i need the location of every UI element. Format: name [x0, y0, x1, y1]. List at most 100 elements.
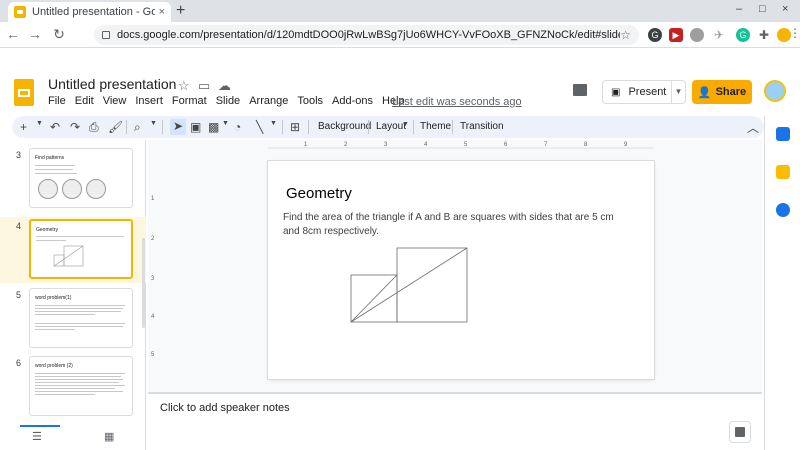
background-button[interactable]: Background — [318, 121, 371, 132]
thumb-text-line — [35, 388, 115, 389]
calendar-icon[interactable] — [776, 127, 790, 141]
slides-logo-icon[interactable] — [14, 79, 34, 106]
slide-title[interactable]: Geometry — [286, 185, 352, 202]
slide-thumbnail-4[interactable]: Geometry — [29, 219, 133, 279]
image-dropdown-icon[interactable]: ▼ — [222, 120, 229, 127]
thumb-circle — [62, 179, 82, 199]
print-icon[interactable]: ⎙ — [89, 120, 99, 135]
toolbar-separator — [368, 120, 369, 134]
transition-button[interactable]: Transition — [460, 121, 504, 132]
toolbar-separator — [162, 120, 163, 134]
comment-history-icon[interactable] — [573, 84, 587, 96]
menu-insert[interactable]: Insert — [135, 95, 163, 107]
toolbar-separator — [282, 120, 283, 134]
ruler-label: 3 — [384, 142, 388, 148]
move-folder-icon[interactable]: ▭ — [198, 78, 210, 94]
share-button[interactable]: 👤 Share — [692, 80, 752, 104]
ruler-label: 5 — [464, 142, 468, 148]
puzzle-icon[interactable]: ✚ — [757, 28, 771, 42]
bookmark-star-icon[interactable]: ☆ — [620, 28, 631, 42]
menu-arrange[interactable]: Arrange — [249, 95, 288, 107]
address-url[interactable]: docs.google.com/presentation/d/120mdtDOO… — [117, 29, 620, 41]
add-comment-icon[interactable]: ⊞ — [290, 120, 300, 134]
geometry-figure[interactable] — [350, 247, 470, 323]
window-close-button[interactable]: × — [782, 3, 788, 15]
share-person-icon: 👤 — [697, 86, 712, 99]
diagonal-line — [350, 247, 468, 323]
reload-button[interactable]: ↻ — [50, 26, 68, 43]
menu-tools[interactable]: Tools — [297, 95, 323, 107]
thumb-text-line — [35, 308, 123, 309]
grammarly-icon[interactable]: G — [736, 28, 750, 42]
zoom-dropdown-icon[interactable]: ▼ — [150, 120, 157, 127]
filmstrip-view-icon[interactable]: ☰ — [32, 430, 42, 443]
menu-slide[interactable]: Slide — [216, 95, 240, 107]
explore-button[interactable] — [729, 421, 751, 443]
extension-grey-icon[interactable] — [690, 28, 704, 42]
thumb-title: Geometry — [36, 227, 58, 233]
menu-edit[interactable]: Edit — [75, 95, 94, 107]
slide-thumbnail-3[interactable]: Find patterns — [29, 148, 133, 208]
line-icon[interactable]: ╲ — [256, 120, 263, 134]
zoom-icon[interactable]: ⌕ — [134, 120, 141, 135]
present-dropdown-icon[interactable]: ▼ — [671, 81, 685, 103]
new-slide-dropdown-icon[interactable]: ▼ — [36, 120, 43, 127]
menu-format[interactable]: Format — [172, 95, 207, 107]
layout-dropdown-icon[interactable]: ▼ — [402, 121, 409, 128]
menu-addons[interactable]: Add-ons — [332, 95, 373, 107]
back-button[interactable]: ← — [4, 26, 22, 42]
star-icon[interactable]: ☆ — [178, 78, 190, 94]
extension-pin-icon[interactable]: ✈ — [712, 28, 726, 42]
thumb-text-line — [35, 305, 125, 306]
filmstrip-scrollbar[interactable] — [142, 238, 145, 328]
new-tab-button[interactable]: + — [176, 2, 185, 20]
address-bar[interactable]: docs.google.com/presentation/d/120mdtDOO… — [94, 25, 639, 45]
keep-icon[interactable] — [776, 165, 790, 179]
extension-play-icon[interactable]: ▶ — [669, 28, 683, 42]
thumb-text-line — [35, 394, 95, 395]
slide-body-text[interactable]: Find the area of the triangle if A and B… — [283, 211, 633, 239]
thumb-text-line — [35, 329, 75, 330]
minimize-button[interactable]: – — [736, 3, 742, 15]
extension-g-icon[interactable]: G — [648, 28, 662, 42]
thumb-text-line — [35, 376, 121, 377]
undo-icon[interactable]: ↶ — [50, 120, 60, 134]
ruler-label: 8 — [584, 142, 588, 148]
image-icon[interactable]: ▩ — [208, 120, 219, 134]
menu-file[interactable]: File — [48, 95, 66, 107]
thumb-text-line — [35, 379, 123, 380]
browser-tab[interactable]: Untitled presentation - Google Sli × — [8, 2, 171, 22]
shape-icon[interactable]: ◔ — [234, 120, 241, 134]
lock-icon — [102, 31, 110, 39]
select-cursor-icon[interactable]: ➤ — [170, 119, 186, 135]
forward-button[interactable]: → — [26, 26, 44, 42]
ruler-label: 4 — [424, 142, 428, 148]
browser-menu-icon[interactable]: ⋮ — [786, 26, 800, 40]
maximize-button[interactable]: □ — [759, 3, 766, 15]
tab-close-icon[interactable]: × — [159, 6, 165, 18]
present-button[interactable]: ▣ Present ▼ — [602, 80, 686, 104]
document-title[interactable]: Untitled presentation — [48, 76, 176, 92]
menu-view[interactable]: View — [103, 95, 127, 107]
slide-number: 5 — [16, 290, 22, 300]
current-slide[interactable]: Geometry Find the area of the triangle i… — [268, 161, 654, 379]
account-avatar[interactable] — [764, 80, 786, 102]
paint-format-icon[interactable]: 🖌 — [108, 120, 123, 134]
speaker-notes-placeholder[interactable]: Click to add speaker notes — [160, 402, 290, 414]
theme-button[interactable]: Theme — [420, 121, 451, 132]
thumb-title: word problem (2) — [35, 363, 73, 369]
grid-view-icon[interactable]: ▦ — [104, 430, 114, 443]
slide-thumbnail-6[interactable]: word problem (2) — [29, 356, 133, 416]
line-dropdown-icon[interactable]: ▼ — [270, 120, 277, 127]
filmstrip-view-toggle: ☰ ▦ — [0, 425, 146, 450]
thumb-circle — [86, 179, 106, 199]
text-box-icon[interactable]: ▣ — [190, 120, 201, 134]
slide-thumbnail-5[interactable]: word problem(1) — [29, 288, 133, 348]
last-edit-link[interactable]: Last edit was seconds ago — [392, 96, 522, 108]
browser-tab-strip: Untitled presentation - Google Sli × + –… — [0, 0, 800, 22]
tasks-icon[interactable] — [776, 203, 790, 217]
ruler-label: 7 — [544, 142, 548, 148]
collapse-toolbar-icon[interactable]: ︿ — [747, 119, 759, 136]
redo-icon[interactable]: ↷ — [70, 120, 80, 134]
new-slide-icon[interactable]: + — [20, 120, 27, 134]
